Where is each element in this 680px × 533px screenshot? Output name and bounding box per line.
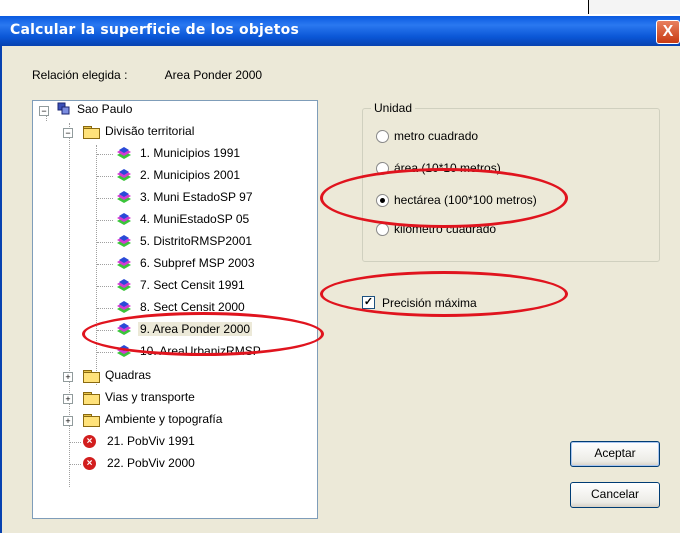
title-bar[interactable]: Calcular la superficie de los objetos X xyxy=(0,16,680,46)
tree-folder-label: Quadras xyxy=(105,368,152,382)
expand-icon[interactable]: + xyxy=(63,416,73,426)
cancel-button[interactable]: Cancelar xyxy=(570,482,660,508)
tree-layer-label: 1. Municipios 1991 xyxy=(140,146,241,160)
expand-icon[interactable]: + xyxy=(63,394,73,404)
tree-layer-item[interactable]: 7. Sect Censit 1991 xyxy=(97,277,307,295)
tree-folder-label: Ambiente y topografía xyxy=(105,412,223,426)
radio-button[interactable] xyxy=(376,130,389,143)
folder-icon xyxy=(83,392,100,405)
layer-tree[interactable]: − Sao Paulo − Divisão territorial 1. Mun… xyxy=(32,100,318,519)
unit-group-legend: Unidad xyxy=(371,101,416,115)
tree-layer-item[interactable]: 3. Muni EstadoSP 97 xyxy=(97,189,307,207)
error-icon: × xyxy=(83,435,96,448)
folder-icon xyxy=(83,126,100,139)
relation-value: Area Ponder 2000 xyxy=(164,68,263,82)
tree-layer-item[interactable]: 4. MuniEstadoSP 05 xyxy=(97,211,307,229)
annotation-ellipse-unit xyxy=(320,168,568,228)
layer-icon xyxy=(117,147,131,159)
tree-root-label: Sao Paulo xyxy=(77,102,133,116)
tree-folder-vias[interactable]: + Vias y transporte xyxy=(63,389,263,407)
tree-layer-label: 7. Sect Censit 1991 xyxy=(140,278,245,292)
annotation-ellipse-layer xyxy=(82,312,324,356)
tree-layer-label: 6. Subpref MSP 2003 xyxy=(140,256,255,270)
tree-layer-label: 4. MuniEstadoSP 05 xyxy=(140,212,250,226)
layer-icon xyxy=(117,169,131,181)
radio-label: metro cuadrado xyxy=(394,129,479,143)
radio-button[interactable] xyxy=(376,223,389,236)
layer-icon xyxy=(117,191,131,203)
layer-icon xyxy=(117,213,131,225)
collapse-icon[interactable]: − xyxy=(39,106,49,116)
tree-folder-label: Divisão territorial xyxy=(105,124,195,138)
error-icon: × xyxy=(83,457,96,470)
folder-icon xyxy=(83,370,100,383)
tree-folder-ambiente[interactable]: + Ambiente y topografía xyxy=(63,411,263,429)
tree-layer-item[interactable]: 1. Municipios 1991 xyxy=(97,145,307,163)
tree-folder-quadras[interactable]: + Quadras xyxy=(63,367,263,385)
tree-layer-item[interactable]: 5. DistritoRMSP2001 xyxy=(97,233,307,251)
close-button[interactable]: X xyxy=(656,20,680,44)
tree-layer-label: 3. Muni EstadoSP 97 xyxy=(140,190,253,204)
tree-folder-divisao[interactable]: − Divisão territorial xyxy=(63,123,263,141)
tree-error-label: 22. PobViv 2000 xyxy=(107,456,195,470)
tree-error-item[interactable]: × 21. PobViv 1991 xyxy=(69,433,269,451)
layer-icon xyxy=(117,301,131,313)
tree-layer-item[interactable]: 6. Subpref MSP 2003 xyxy=(97,255,307,273)
tree-error-item[interactable]: × 22. PobViv 2000 xyxy=(69,455,269,473)
network-icon xyxy=(57,102,70,115)
tree-root[interactable]: − Sao Paulo xyxy=(39,101,239,119)
dialog-title: Calcular la superficie de los objetos xyxy=(10,22,299,38)
tree-layer-item[interactable]: 2. Municipios 2001 xyxy=(97,167,307,185)
tree-layer-label: 2. Municipios 2001 xyxy=(140,168,241,182)
annotation-ellipse-precision xyxy=(320,271,568,317)
tree-folder-label: Vias y transporte xyxy=(105,390,195,404)
window-border xyxy=(0,46,2,533)
dialog-window: Calcular la superficie de los objetos X … xyxy=(0,16,680,533)
folder-icon xyxy=(83,414,100,427)
layer-icon xyxy=(117,279,131,291)
layer-icon xyxy=(117,257,131,269)
collapse-icon[interactable]: − xyxy=(63,128,73,138)
relation-label: Relación elegida : xyxy=(32,68,128,82)
relation-row: Relación elegida : Area Ponder 2000 xyxy=(32,68,262,82)
background-window-edge xyxy=(588,0,680,14)
expand-icon[interactable]: + xyxy=(63,372,73,382)
accept-button[interactable]: Aceptar xyxy=(570,441,660,467)
tree-error-label: 21. PobViv 1991 xyxy=(107,434,195,448)
tree-layer-label: 5. DistritoRMSP2001 xyxy=(140,234,253,248)
layer-icon xyxy=(117,235,131,247)
